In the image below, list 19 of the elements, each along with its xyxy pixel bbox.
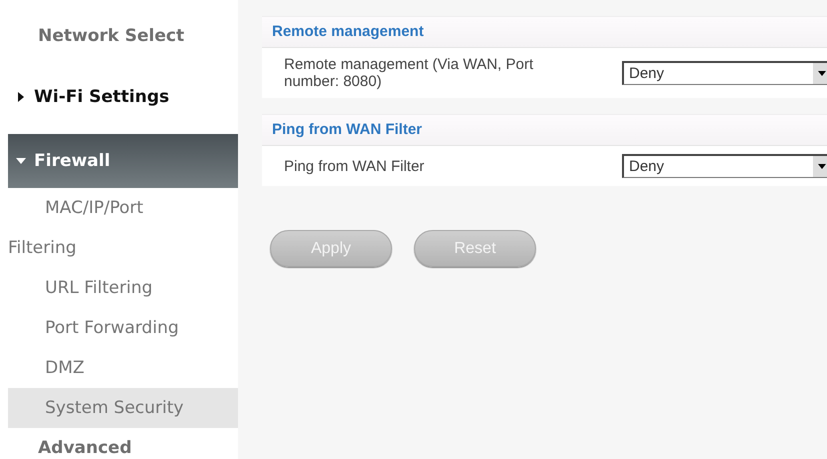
caret-right-icon	[16, 92, 26, 102]
sidebar-group[interactable]: Wi-Fi Settings	[8, 80, 238, 114]
setting-label: Ping from WAN Filter	[284, 158, 426, 174]
section-header: Remote management	[262, 16, 827, 48]
sidebar-subitem[interactable]: System Security	[8, 388, 238, 428]
caret-down-icon	[16, 156, 26, 166]
section-header: Ping from WAN Filter	[262, 114, 827, 146]
sidebar-item[interactable]: Network Select	[8, 22, 238, 56]
dropdown[interactable]: Deny	[622, 154, 827, 178]
caret-down-icon	[818, 164, 826, 169]
caret-down-icon	[818, 71, 826, 76]
dropdown[interactable]: Deny	[622, 61, 827, 85]
sidebar-subitem[interactable]: Port Forwarding	[8, 308, 238, 348]
sidebar-subitem[interactable]: DMZ	[8, 348, 238, 388]
setting-label: Remote management (Via WAN, Port number: 8080)	[284, 56, 534, 90]
sidebar-group[interactable]: Firewall	[8, 134, 238, 188]
sidebar-subitem[interactable]: MAC/IP/Port Filtering	[8, 188, 188, 268]
sidebar-subitem[interactable]: URL Filtering	[8, 268, 238, 308]
sidebar-item[interactable]: Advanced	[8, 434, 238, 459]
